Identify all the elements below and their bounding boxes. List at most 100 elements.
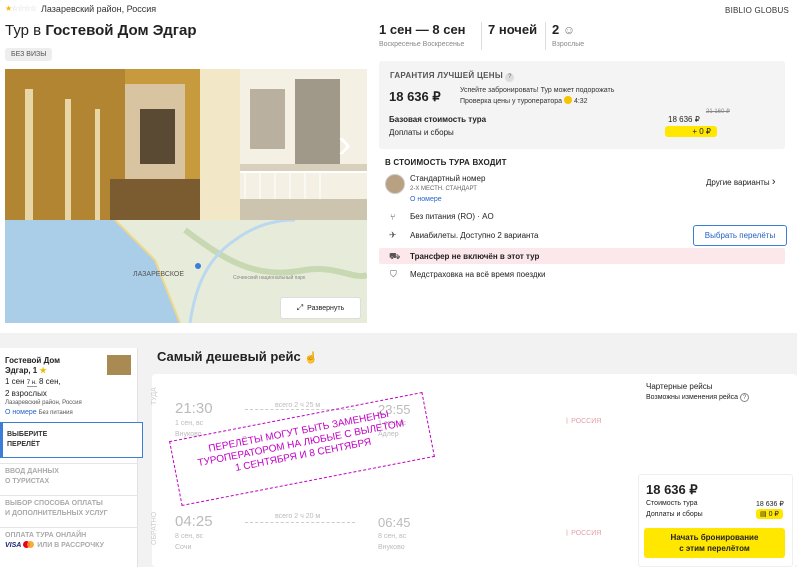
back-airline-name: РОССИЯ (571, 530, 602, 537)
sidebar-location: Лазаревский район, Россия (5, 400, 82, 406)
includes-title: В СТОИМОСТЬ ТУРА ВХОДИТ (385, 158, 507, 167)
out-dep-date: 1 сен, вс (175, 420, 204, 427)
transfer-info: Трансфер не включён в этот тур (410, 252, 540, 261)
hotel-stars: ★☆☆☆☆ (5, 4, 37, 13)
step-label: ВЫБОР СПОСОБА ОПЛАТЫ (5, 500, 103, 507)
back-airline: ᚱ РОССИЯ (565, 530, 601, 537)
title-prefix: Тур в (5, 22, 42, 39)
meal-info: Без питания (RO) · AO (410, 212, 494, 221)
hotel-photo-image (5, 69, 367, 220)
map-expand-button[interactable]: ⤢ Развернуть (280, 297, 361, 319)
promo-check-text: Проверка цены у туроператора (460, 98, 563, 105)
cheapest-flight-title: Самый дешевый рейс ☝ (157, 349, 318, 364)
visa-badge: БЕЗ ВИЗЫ (5, 48, 53, 61)
card-base-label: Стоимость тура (646, 500, 698, 507)
step-label: ВЫБЕРИТЕ (7, 431, 48, 438)
step-tourist-data[interactable]: ВВОД ДАННЫХ О ТУРИСТАХ (0, 463, 138, 491)
map-expand-label: Развернуть (307, 304, 345, 312)
fees-value: + 0 ₽ (665, 126, 717, 137)
divider (545, 22, 546, 50)
receipt-icon: ▤ (760, 511, 767, 518)
sidebar-room-link[interactable]: О номере (5, 409, 37, 416)
start-booking-button[interactable]: Начать бронирование с этим перелётом (644, 528, 785, 558)
page-title: Тур в Гостевой Дом Эдгар (5, 22, 196, 39)
sidebar-date-to: 8 сен, (39, 377, 61, 386)
room-name: Стандартный номер (410, 174, 486, 183)
promo-timer: 4:32 (573, 98, 588, 105)
room-details-link[interactable]: О номере (410, 196, 442, 203)
charter-label: Чартерные рейсы (646, 382, 713, 391)
back-dep-airport: Сочи (175, 544, 192, 551)
adults-label: Взрослые (552, 41, 585, 48)
adults-count-value: 2 (552, 22, 560, 37)
out-duration: всего 2 ч 25 м (275, 402, 321, 409)
card-base-value: 18 636 ₽ (756, 501, 784, 508)
photo-next-arrow-icon[interactable]: › (338, 114, 358, 174)
sidebar-meal: Без питания (38, 410, 73, 416)
step-label: ВВОД ДАННЫХ (5, 468, 59, 475)
sidebar-nights: 7 н. (26, 380, 37, 387)
best-price-guarantee: ГАРАНТИЯ ЛУЧШЕЙ ЦЕНЫ ? (390, 71, 515, 82)
trip-day-to: Воскресенье (422, 41, 465, 48)
trip-travellers[interactable]: 2 ☺ Взрослые (552, 22, 584, 48)
divider (481, 22, 482, 50)
clock-icon (563, 96, 572, 104)
room-photo[interactable] (385, 174, 405, 194)
back-dep-time: 04:25 (175, 513, 213, 530)
chevron-right-icon: › (771, 176, 776, 188)
help-icon[interactable]: ? (739, 393, 749, 402)
sidebar-date-from: 1 сен (5, 377, 25, 386)
step-choose-flight[interactable]: ВЫБЕРИТЕ ПЕРЕЛЁТ (0, 422, 143, 458)
back-duration: всего 2 ч 20 м (275, 513, 321, 520)
sidebar-dates: 1 сен 7 н. 8 сен, (5, 377, 61, 387)
help-icon[interactable]: ? (505, 73, 515, 82)
promo-line2: Проверка цены у туроператора 4:32 (460, 96, 614, 107)
step-label: И ДОПОЛНИТЕЛЬНЫХ УСЛУГ (5, 510, 108, 517)
out-dep-time: 21:30 (175, 400, 213, 417)
hotel-location: Лазаревский район, Россия (41, 4, 157, 14)
bus-icon: ⛟ (389, 251, 401, 261)
card-fees-amount: 0 ₽ (768, 511, 779, 518)
other-variants-link[interactable]: Другие варианты › (706, 176, 776, 188)
old-price: 21 160 ₽ (706, 109, 730, 115)
promo-text: Успейте забронировать! Тур может подорож… (460, 86, 614, 107)
cheapest-flight-label: Самый дешевый рейс (157, 349, 301, 364)
visa-logo: VISA (5, 542, 22, 549)
flights-info: Авиабилеты. Доступно 2 варианта (410, 231, 539, 240)
airline-logo-icon: ᚱ (565, 530, 570, 537)
trip-dates[interactable]: 1 сен — 8 сен Воскресенье Воскресенье (379, 22, 466, 48)
step-label: ИЛИ В РАССРОЧКУ (37, 542, 104, 549)
star-icon: ★ (39, 366, 47, 375)
map-park-label: Сочинский национальный парк (233, 275, 306, 281)
card-fees-label: Доплаты и сборы (646, 511, 703, 518)
shield-icon: ⛉ (390, 269, 397, 279)
trip-dates-value: 1 сен — 8 сен (379, 22, 466, 37)
hotel-photo[interactable]: › (5, 69, 367, 220)
airline-logo-icon: ᚱ (565, 418, 570, 425)
step-online-payment[interactable]: ОПЛАТА ТУРА ОНЛАЙН VISA ИЛИ В РАССРОЧКУ (0, 527, 138, 557)
sidebar-adults: 2 взрослых (5, 389, 47, 398)
step-label: ПЕРЕЛЁТ (7, 441, 40, 448)
book-button-line2: с этим перелётом (679, 544, 750, 553)
step-label: ОПЛАТА ТУРА ОНЛАЙН (5, 532, 87, 539)
title-hotel-name: Гостевой Дом Эдгар (45, 22, 197, 39)
trip-day-from: Воскресенье (379, 41, 421, 48)
out-airline-name: РОССИЯ (571, 418, 602, 425)
mastercard-icon (23, 541, 35, 548)
back-arr-airport: Внуково (378, 544, 405, 551)
plane-icon: ✈ (389, 230, 397, 240)
map-place-label: ЛАЗАРЕВСКОЕ (133, 271, 185, 278)
out-airline: ᚱ РОССИЯ (565, 418, 601, 425)
main-price: 18 636 ₽ (389, 89, 441, 104)
flight-direction-out: ТУДА (151, 387, 158, 405)
back-dep-date: 8 сен, вс (175, 533, 204, 540)
choose-flights-button[interactable]: Выбрать перелёты (693, 225, 787, 246)
sidebar-hotel-name[interactable]: Гостевой Дом Эдгар, 1 ★ (5, 356, 60, 376)
base-price-value: 18 636 ₽ (668, 115, 700, 124)
expand-arrows-icon: ⤢ (296, 303, 304, 312)
step-payment-method[interactable]: ВЫБОР СПОСОБА ОПЛАТЫ И ДОПОЛНИТЕЛЬНЫХ УС… (0, 495, 138, 523)
flight-direction-back: ОБРАТНО (151, 511, 158, 545)
fees-label: Доплаты и сборы (389, 128, 454, 137)
trip-nights[interactable]: 7 ночей (488, 22, 537, 37)
trip-days: Воскресенье Воскресенье (379, 41, 466, 48)
